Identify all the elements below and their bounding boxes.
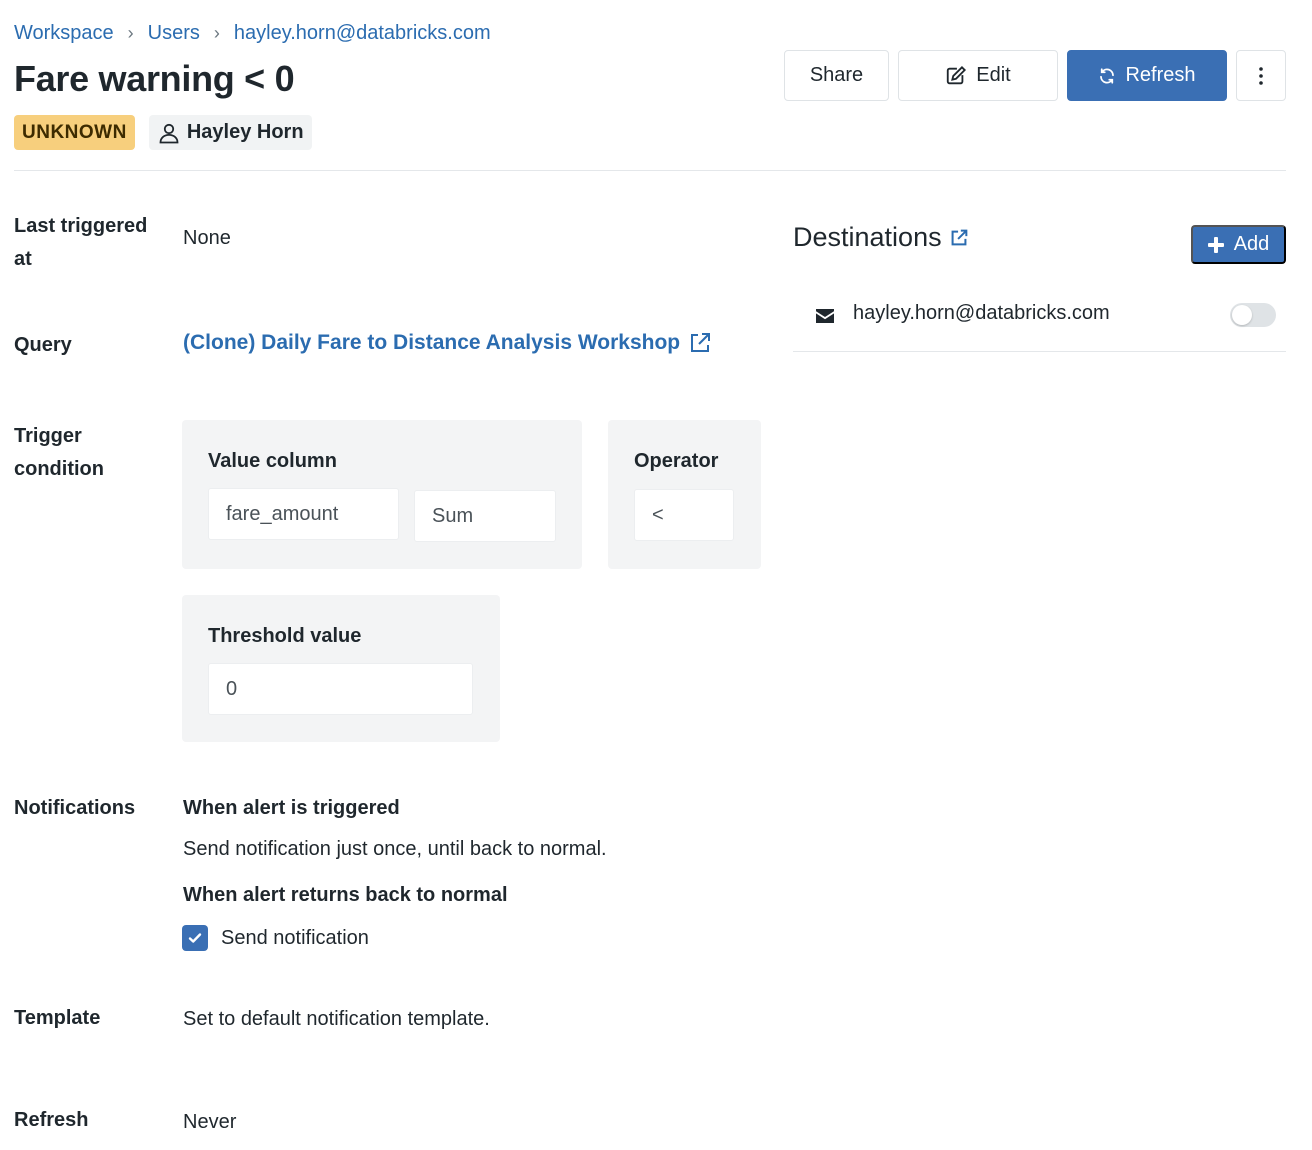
when-triggered-text: Send notification just once, until back … — [183, 838, 607, 860]
refresh-button-label: Refresh — [1125, 64, 1196, 86]
last-triggered-label-line-2: at — [14, 248, 32, 270]
when-triggered-heading: When alert is triggered — [183, 797, 400, 819]
alert-badges: UNKNOWN Hayley Horn — [14, 115, 312, 150]
mail-icon — [816, 309, 834, 323]
page-title: Fare warning < 0 — [14, 58, 295, 99]
destination-row: hayley.horn@databricks.com — [793, 289, 1286, 352]
refresh-label: Refresh — [14, 1109, 89, 1131]
edit-button-label: Edit — [976, 64, 1011, 86]
query-name: (Clone) Daily Fare to Distance Analysis … — [183, 331, 681, 354]
breadcrumb-user-folder[interactable]: hayley.horn@databricks.com — [234, 22, 491, 45]
refresh-button[interactable]: Refresh — [1067, 50, 1227, 101]
external-link-icon[interactable] — [948, 227, 970, 249]
edit-icon — [947, 65, 967, 84]
toggle-knob — [1232, 305, 1252, 325]
when-normal-heading: When alert returns back to normal — [183, 884, 508, 906]
owner-badge: Hayley Horn — [148, 115, 312, 150]
operator-field: < — [634, 489, 734, 541]
query-value: (Clone) Daily Fare to Distance Analysis … — [183, 329, 712, 357]
refresh-icon — [1100, 67, 1115, 84]
last-triggered-label-line-1: Last triggered — [14, 215, 148, 237]
value-column-field: fare_amount — [208, 488, 399, 540]
breadcrumb-users[interactable]: Users — [148, 22, 200, 45]
breadcrumb-separator: › — [127, 23, 134, 43]
header-divider — [14, 170, 1286, 171]
template-value: Set to default notification template. — [183, 1008, 490, 1030]
notifications-label: Notifications — [14, 797, 136, 819]
trigger-condition-label-line-2: condition — [14, 458, 104, 480]
send-notification-label: Send notification — [221, 926, 369, 949]
threshold-title: Threshold value — [208, 625, 362, 647]
user-icon — [159, 123, 179, 143]
destination-email: hayley.horn@databricks.com — [853, 302, 1110, 324]
toolbar: Share Edit Refresh — [784, 50, 1286, 101]
destinations-heading: Destinations — [793, 222, 970, 253]
plus-icon — [1207, 236, 1224, 253]
destinations-title: Destinations — [793, 222, 942, 252]
share-button-label: Share — [809, 64, 864, 86]
share-button[interactable]: Share — [784, 50, 889, 101]
send-notification-checkbox[interactable] — [182, 925, 208, 951]
last-triggered-label: Last triggered at — [14, 210, 147, 276]
template-label: Template — [14, 1007, 101, 1029]
more-options-button[interactable] — [1236, 50, 1286, 101]
breadcrumb-workspace[interactable]: Workspace — [14, 22, 114, 45]
last-triggered-value: None — [183, 227, 231, 249]
destination-toggle[interactable] — [1230, 303, 1276, 327]
breadcrumb-separator: › — [213, 23, 220, 43]
operator-box: Operator < — [608, 420, 761, 569]
operator-title: Operator — [634, 450, 719, 472]
refresh-value: Never — [183, 1111, 237, 1133]
owner-name: Hayley Horn — [186, 121, 304, 143]
status-badge: UNKNOWN — [14, 115, 135, 150]
aggregation-field: Sum — [414, 490, 556, 542]
add-destination-label: Add — [1233, 233, 1270, 255]
send-notification-checkbox-row[interactable]: Send notification — [182, 925, 369, 951]
trigger-condition-label: Trigger condition — [14, 420, 104, 486]
add-destination-button[interactable]: Add — [1191, 225, 1286, 264]
threshold-box: Threshold value 0 — [182, 595, 500, 742]
threshold-field: 0 — [208, 663, 473, 715]
edit-button[interactable]: Edit — [898, 50, 1058, 101]
value-column-title: Value column — [208, 450, 337, 472]
breadcrumb: Workspace › Users › hayley.horn@databric… — [14, 22, 491, 45]
value-column-box: Value column fare_amount Sum — [182, 420, 582, 569]
checkmark-icon — [188, 933, 202, 943]
external-link-icon — [691, 333, 711, 352]
query-link[interactable]: (Clone) Daily Fare to Distance Analysis … — [183, 329, 712, 357]
trigger-condition-label-line-1: Trigger — [14, 425, 82, 447]
query-label: Query — [14, 334, 72, 356]
kebab-vertical-icon — [1259, 66, 1263, 85]
